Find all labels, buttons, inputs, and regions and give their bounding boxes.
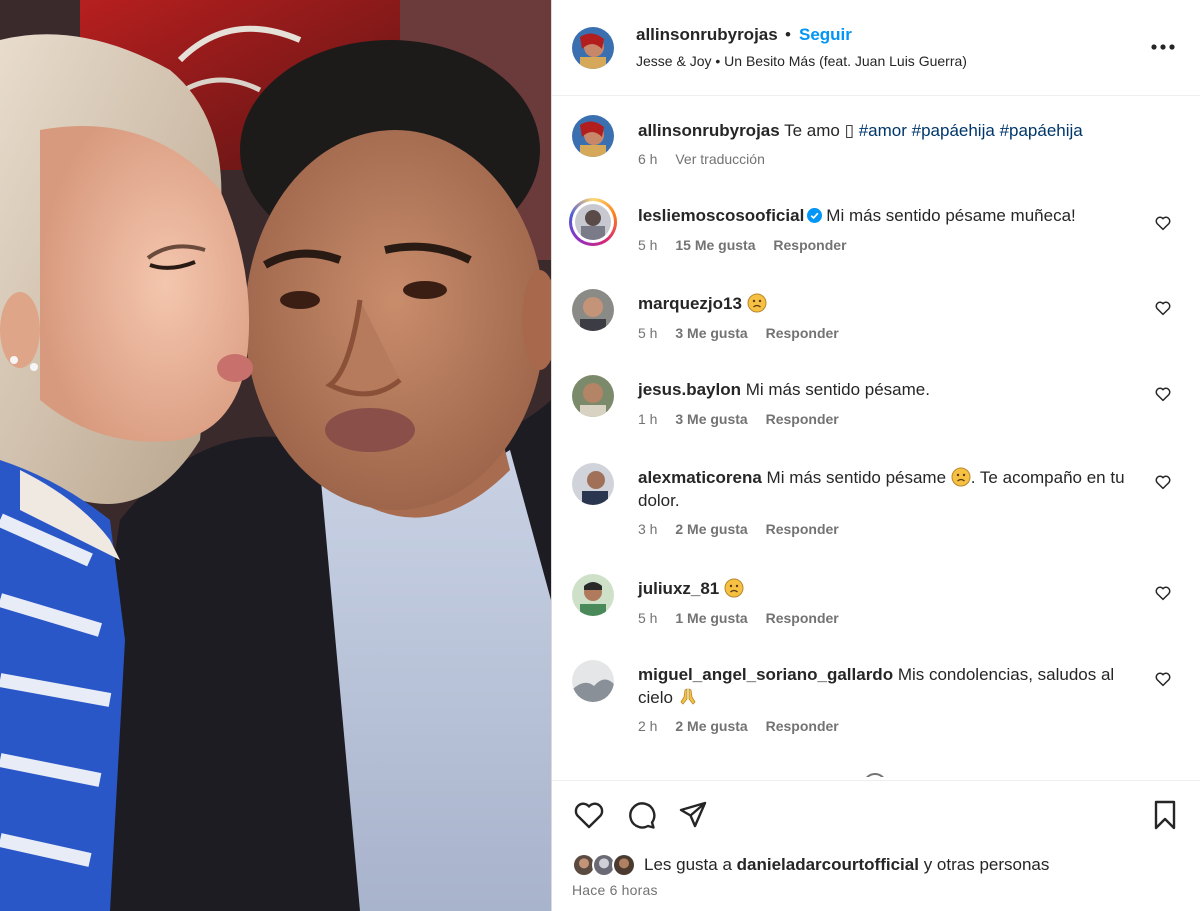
like-comment-icon[interactable] [1154, 670, 1172, 688]
song-link[interactable]: Jesse & Joy • Un Besito Más (feat. Juan … [636, 53, 967, 69]
sad-face-icon [724, 578, 744, 598]
comment-meta: 5 h 1 Me gusta Responder [638, 610, 853, 626]
comment-text: alexmaticorena Mi más sentido pésame . T… [638, 466, 1138, 512]
verified-badge-icon [807, 208, 823, 223]
comment-avatar[interactable] [572, 289, 614, 331]
post-header: allinsonrubyrojas • Seguir Jesse & Joy •… [552, 0, 1200, 96]
comment-body: Mi más sentido pésame muñeca! [826, 206, 1076, 225]
comment-time[interactable]: 5 h [638, 325, 657, 341]
caption-meta: 6 h Ver traducción [638, 151, 779, 167]
reply-button[interactable]: Responder [766, 718, 839, 734]
praying-hands-icon [680, 688, 696, 705]
hashtag-amor[interactable]: #amor [859, 121, 907, 140]
like-comment-icon[interactable] [1154, 214, 1172, 232]
comment-text: marquezjo13 [638, 292, 1138, 315]
comments-list[interactable]: allinsonrubyrojas Te amo ▯ #amor #papáeh… [552, 97, 1200, 777]
actions-bar: Les gusta a danieladarcourtofficial y ot… [552, 780, 1200, 911]
comment-time[interactable]: 5 h [638, 237, 657, 253]
like-comment-icon[interactable] [1154, 473, 1172, 491]
like-comment-icon[interactable] [1154, 299, 1172, 317]
sad-face-icon [747, 293, 767, 313]
comment-likes[interactable]: 1 Me gusta [675, 610, 747, 626]
comment-text: lesliemoscosooficial Mi más sentido pésam… [638, 204, 1138, 227]
emoji-placeholder: ▯ [844, 121, 854, 140]
post-time[interactable]: Hace 6 horas [572, 882, 658, 898]
comment-text: miguel_angel_soriano_gallardo Mis condol… [638, 663, 1138, 709]
likes-text: Les gusta a danieladarcourtofficial y ot… [644, 855, 1049, 875]
comment-likes[interactable]: 2 Me gusta [675, 521, 747, 537]
follow-button[interactable]: Seguir [799, 25, 852, 45]
comment-time[interactable]: 2 h [638, 718, 657, 734]
comment-username[interactable]: juliuxz_81 [638, 579, 719, 598]
hashtag-papaehija[interactable]: #papáehija [912, 121, 995, 140]
caption-time[interactable]: 6 h [638, 151, 657, 167]
comment-likes[interactable]: 3 Me gusta [675, 325, 747, 341]
comment-meta: 1 h 3 Me gusta Responder [638, 411, 853, 427]
more-options-icon[interactable] [1148, 32, 1178, 62]
reply-button[interactable]: Responder [766, 610, 839, 626]
liker-avatar [612, 853, 636, 877]
comment-username[interactable]: lesliemoscosooficial [638, 206, 804, 225]
heart-icon[interactable] [572, 798, 606, 832]
likes-user[interactable]: danieladarcourtofficial [737, 855, 919, 874]
caption-text: allinsonrubyrojas Te amo ▯ #amor #papáeh… [638, 119, 1138, 142]
comment-meta: 2 h 2 Me gusta Responder [638, 718, 853, 734]
like-comment-icon[interactable] [1154, 385, 1172, 403]
reply-button[interactable]: Responder [766, 325, 839, 341]
author-username[interactable]: allinsonrubyrojas [636, 25, 778, 45]
author-avatar[interactable] [572, 27, 614, 69]
post-photo[interactable] [0, 0, 551, 911]
comment-avatar[interactable] [575, 204, 611, 240]
comment-time[interactable]: 1 h [638, 411, 657, 427]
share-icon[interactable] [676, 798, 710, 832]
comment-text: juliuxz_81 [638, 577, 1138, 600]
comment-avatar[interactable] [572, 463, 614, 505]
caption-username[interactable]: allinsonrubyrojas [638, 121, 780, 140]
comment-body: Mi más sentido pésame [766, 468, 947, 487]
comment-icon[interactable] [624, 798, 658, 832]
comment-avatar[interactable] [572, 375, 614, 417]
comment-username[interactable]: miguel_angel_soriano_gallardo [638, 665, 893, 684]
sad-face-icon [951, 467, 971, 487]
reply-button[interactable]: Responder [766, 411, 839, 427]
reply-button[interactable]: Responder [766, 521, 839, 537]
comment-text: jesus.baylon Mi más sentido pésame. [638, 378, 1138, 401]
caption-avatar[interactable] [572, 115, 614, 157]
comment-meta: 3 h 2 Me gusta Responder [638, 521, 853, 537]
post-panel: allinsonrubyrojas • Seguir Jesse & Joy •… [551, 0, 1200, 911]
comment-meta: 5 h 15 Me gusta Responder [638, 237, 861, 253]
comment-likes[interactable]: 15 Me gusta [675, 237, 755, 253]
bookmark-icon[interactable] [1148, 798, 1182, 832]
comment-avatar[interactable] [572, 660, 614, 702]
comment-meta: 5 h 3 Me gusta Responder [638, 325, 853, 341]
loading-spinner-icon [866, 773, 884, 777]
liker-avatars [572, 851, 642, 879]
comment-username[interactable]: marquezjo13 [638, 294, 742, 313]
likes-suffix[interactable]: y otras personas [924, 855, 1050, 874]
hashtag-papaehija-2[interactable]: #papáehija [1000, 121, 1083, 140]
comment-time[interactable]: 3 h [638, 521, 657, 537]
reply-button[interactable]: Responder [773, 237, 846, 253]
comment-avatar[interactable] [572, 574, 614, 616]
like-comment-icon[interactable] [1154, 584, 1172, 602]
comment-likes[interactable]: 3 Me gusta [675, 411, 747, 427]
comment-likes[interactable]: 2 Me gusta [675, 718, 747, 734]
comment-username[interactable]: jesus.baylon [638, 380, 741, 399]
caption-body: Te amo [784, 121, 840, 140]
separator-dot: • [785, 25, 791, 44]
translate-link[interactable]: Ver traducción [675, 151, 765, 167]
likes-prefix: Les gusta a [644, 855, 732, 874]
comment-time[interactable]: 5 h [638, 610, 657, 626]
post-image [0, 0, 551, 911]
comment-body: Mi más sentido pésame. [745, 380, 930, 399]
comment-username[interactable]: alexmaticorena [638, 468, 762, 487]
